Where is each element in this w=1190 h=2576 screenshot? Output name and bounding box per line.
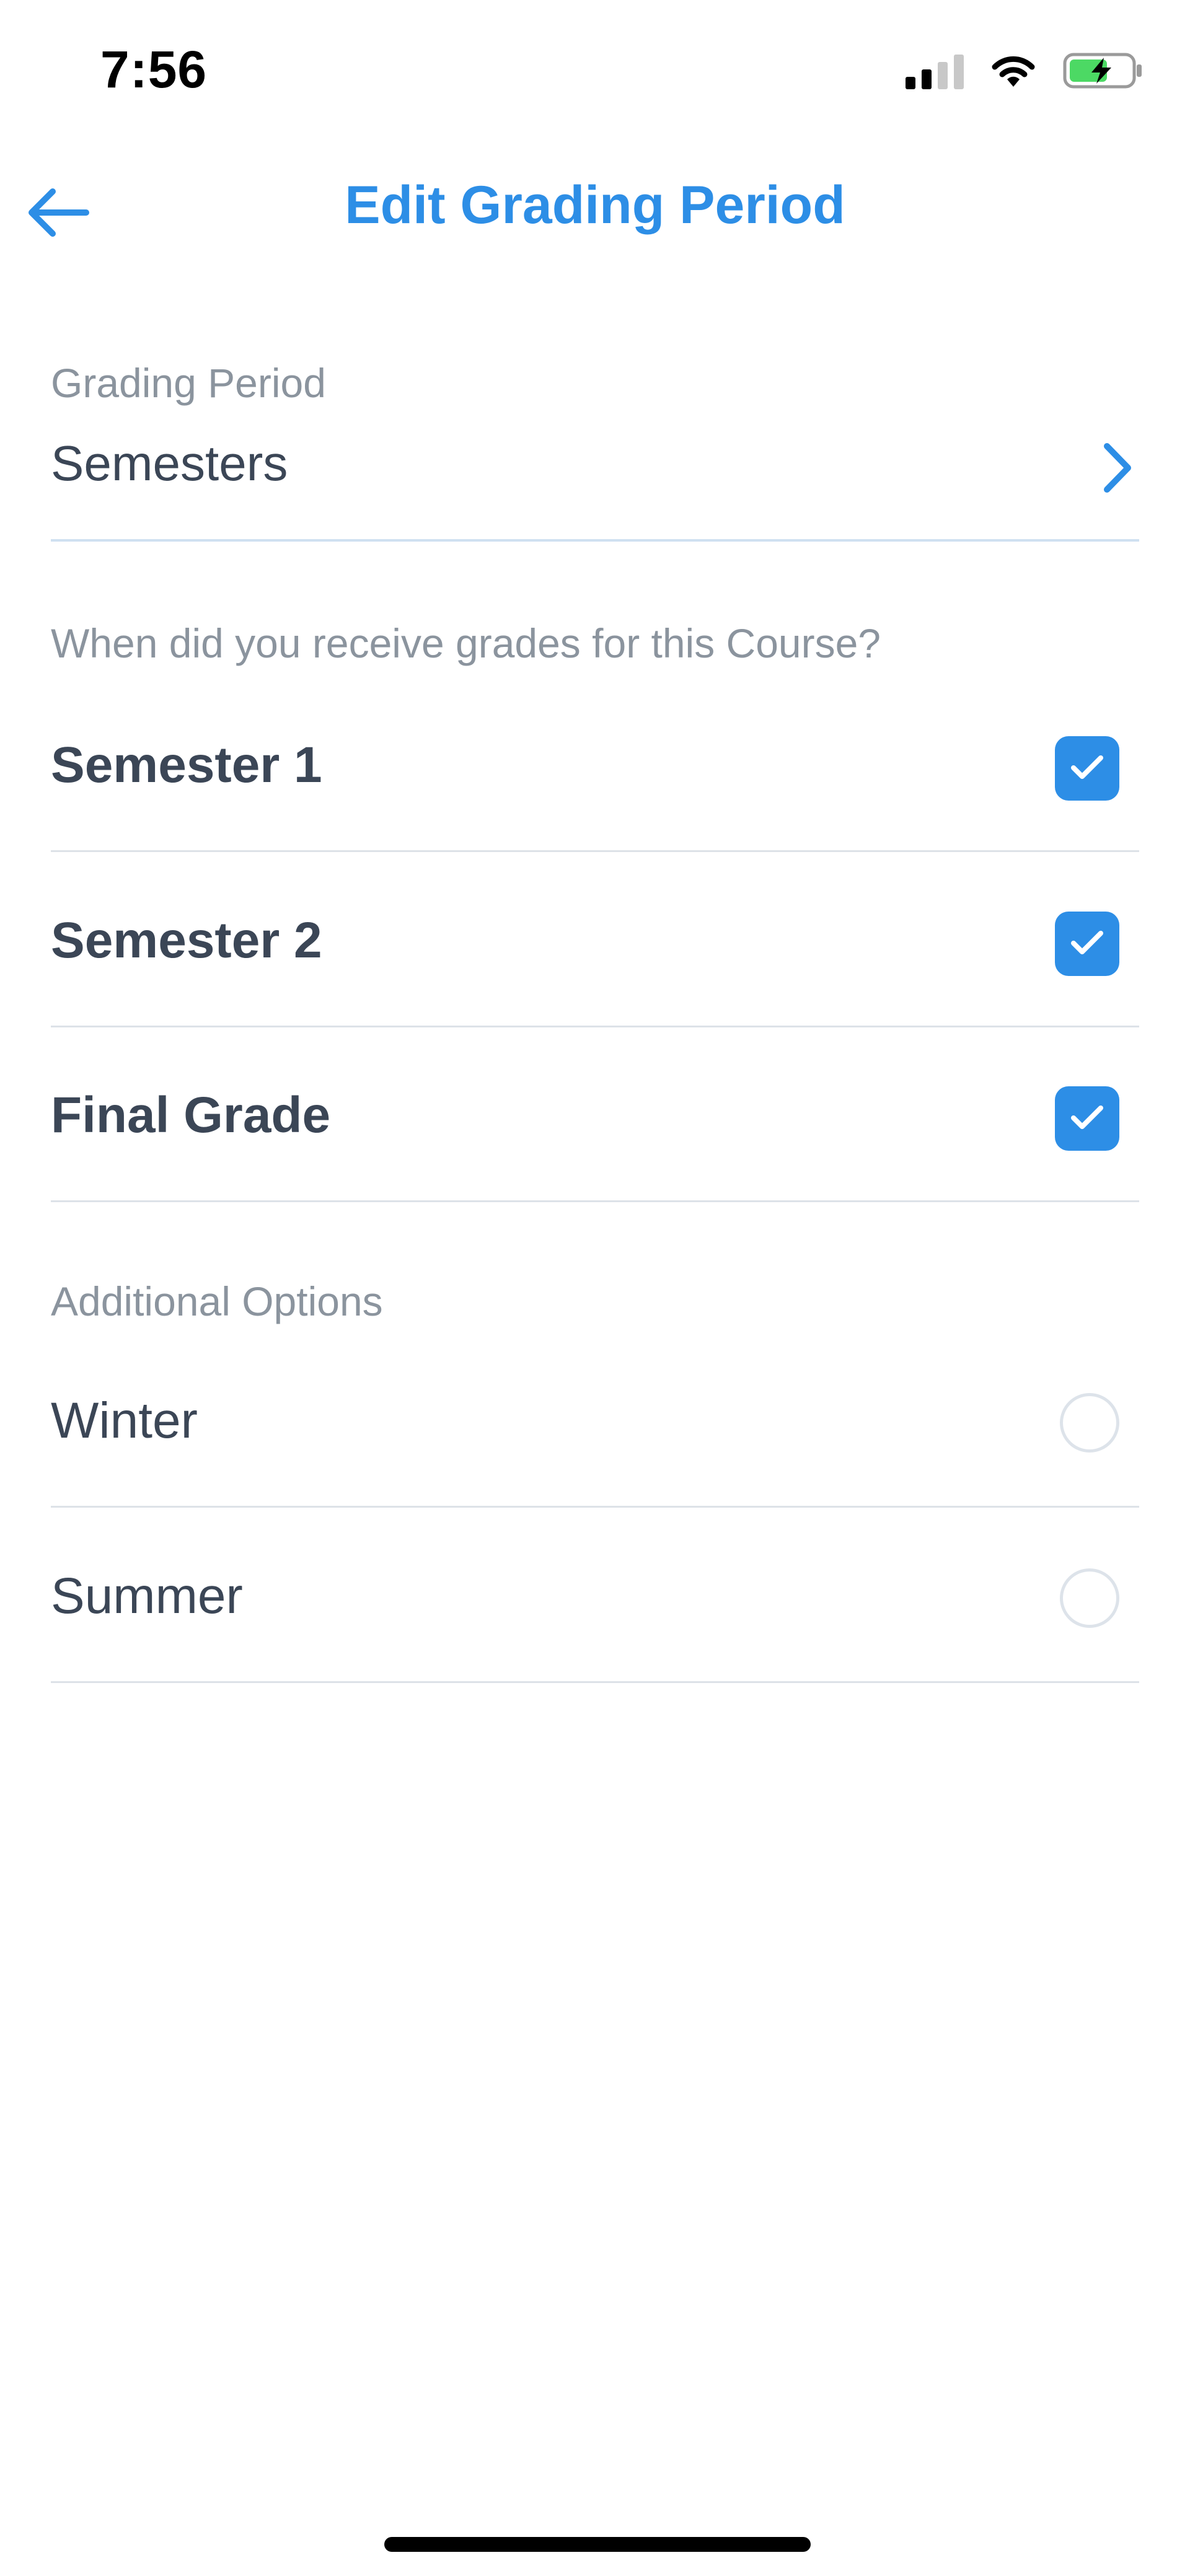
semester-1-label: Semester 1: [51, 737, 322, 793]
checkmark-icon: [1070, 929, 1104, 959]
semester-1-checkbox[interactable]: [1055, 736, 1119, 801]
grading-period-value: Semesters: [51, 436, 288, 491]
additional-options-label: Additional Options: [51, 1278, 383, 1324]
summer-label: Summer: [51, 1568, 243, 1624]
semester-2-label: Semester 2: [51, 912, 322, 969]
winter-label: Winter: [51, 1392, 198, 1449]
page-title: Edit Grading Period: [345, 175, 845, 235]
wifi-icon: [989, 52, 1038, 92]
final-grade-label: Final Grade: [51, 1087, 331, 1143]
semester-2-checkbox[interactable]: [1055, 912, 1119, 976]
grading-period-picker[interactable]: Semesters: [51, 421, 1139, 542]
semester-1-row[interactable]: Semester 1: [51, 675, 1139, 852]
grades-question: When did you receive grades for this Cou…: [51, 620, 881, 666]
winter-row[interactable]: Winter: [51, 1331, 1139, 1508]
summer-radio[interactable]: [1060, 1568, 1119, 1628]
home-indicator: [384, 2537, 811, 2552]
status-icons: [906, 53, 1144, 90]
final-grade-row[interactable]: Final Grade: [51, 1026, 1139, 1202]
checkmark-icon: [1070, 1104, 1104, 1134]
navigation-bar: Edit Grading Period: [0, 143, 1190, 279]
winter-radio[interactable]: [1060, 1393, 1119, 1453]
semester-2-row[interactable]: Semester 2: [51, 851, 1139, 1027]
summer-row[interactable]: Summer: [51, 1506, 1139, 1683]
status-time: 7:56: [100, 40, 208, 99]
signal-icon: [906, 55, 964, 89]
final-grade-checkbox[interactable]: [1055, 1086, 1119, 1151]
checkmark-icon: [1070, 754, 1104, 784]
battery-charging-icon: [1063, 51, 1144, 93]
grading-period-label: Grading Period: [51, 360, 326, 406]
status-bar: 7:56: [0, 0, 1190, 143]
chevron-right-icon: [1096, 440, 1139, 496]
